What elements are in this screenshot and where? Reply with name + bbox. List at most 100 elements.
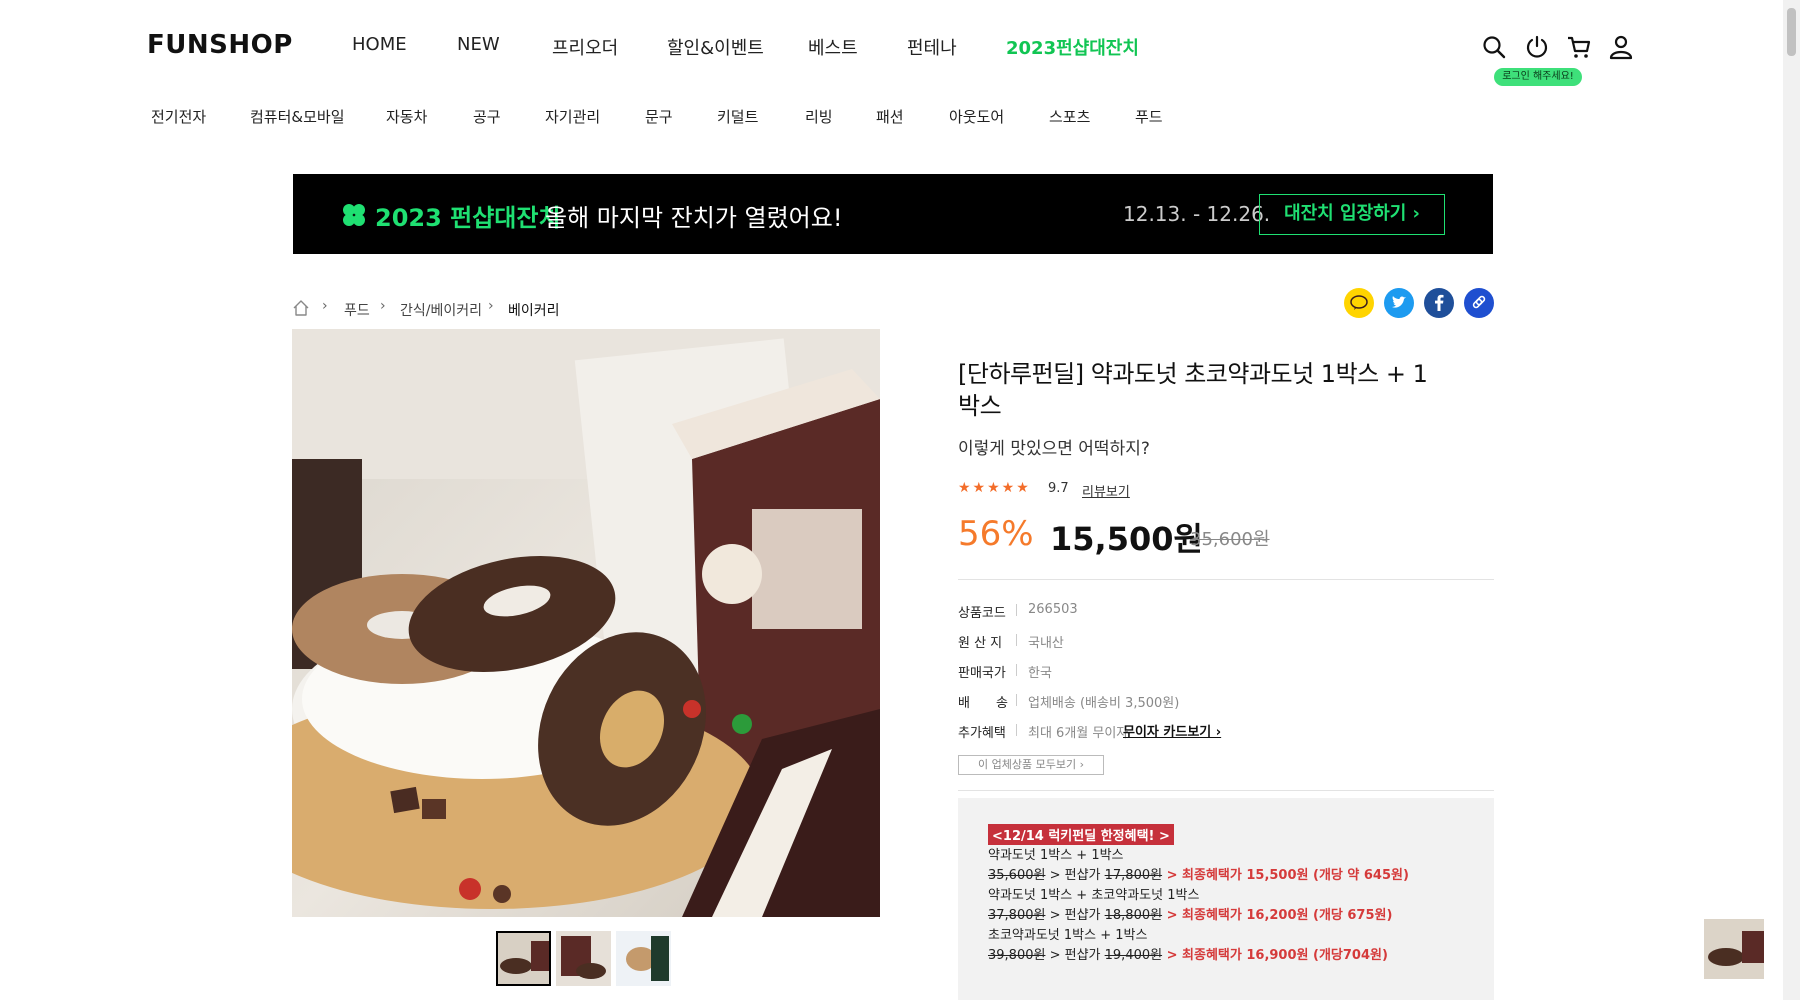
category-living[interactable]: 리빙 <box>805 106 833 127</box>
benefit-option-name: 약과도넛 1박스 + 1박스 <box>988 848 1124 863</box>
info-label: 판매국가 <box>958 666 1006 681</box>
thumbnail-1[interactable] <box>496 931 551 986</box>
thumbnail-photo <box>616 931 671 986</box>
original-price: 35,600원 <box>1190 529 1270 550</box>
category-outdoor[interactable]: 아웃도어 <box>949 106 1004 127</box>
breadcrumb-separator: › <box>380 298 386 314</box>
twitter-share-button[interactable] <box>1384 288 1414 318</box>
info-label: 배 송 <box>958 696 1008 711</box>
benefit-price-line: 37,800원 > 펀샵가 18,800원 > 최종혜택가 16,200원 (개… <box>988 904 1392 923</box>
link-share-button[interactable] <box>1464 288 1494 318</box>
home-icon[interactable] <box>292 299 310 317</box>
divider <box>1016 604 1017 616</box>
power-icon[interactable] <box>1524 34 1550 60</box>
nav-home[interactable]: HOME <box>352 34 407 55</box>
product-subtitle: 이렇게 맛있으면 어떡하지? <box>958 439 1150 459</box>
benefit-fun-price: 17,800원 <box>1104 868 1163 883</box>
breadcrumb-snack-bakery[interactable]: 간식/베이커리 <box>400 300 482 320</box>
discount-rate: 56% <box>958 514 1034 554</box>
divider <box>1016 664 1017 676</box>
benefit-orig-price: 39,800원 <box>988 948 1046 963</box>
breadcrumb-separator: › <box>488 298 494 314</box>
thumbnail-photo <box>496 931 551 986</box>
benefit-tag: <12/14 럭키펀딜 한정혜택! > <box>988 824 1174 845</box>
thumbnail-3[interactable] <box>616 931 671 986</box>
benefit-final-price: > 최종혜택가 16,900원 (개당704원) <box>1162 948 1388 963</box>
vendor-products-button[interactable]: 이 업체상품 모두보기 › <box>958 755 1104 775</box>
category-kidult[interactable]: 키덜트 <box>717 106 758 127</box>
benefit-price-line: 35,600원 > 펀샵가 17,800원 > 최종혜택가 15,500원 (개… <box>988 864 1409 883</box>
banner-title: 2023 펀샵대잔치 <box>375 204 561 232</box>
nav-sale-event[interactable]: 할인&이벤트 <box>667 34 764 60</box>
benefit-mid: > 펀샵가 <box>1045 908 1105 923</box>
category-computer-mobile[interactable]: 컴퓨터&모바일 <box>250 106 345 127</box>
search-icon[interactable] <box>1481 34 1507 60</box>
login-tooltip: 로그인 해주세요! <box>1494 68 1582 86</box>
info-value-origin: 국내산 <box>1028 636 1064 651</box>
divider <box>1016 634 1017 646</box>
banner-subtitle: 올해 마지막 잔치가 열렸어요! <box>545 204 843 232</box>
thumbnail-2[interactable] <box>556 931 611 986</box>
info-value-shipping: 업체배송 (배송비 3,500원) <box>1028 696 1180 711</box>
category-food[interactable]: 푸드 <box>1135 106 1163 127</box>
category-self-care[interactable]: 자기관리 <box>545 106 600 127</box>
benefit-option-name: 초코약과도넛 1박스 + 1박스 <box>988 928 1148 943</box>
rating-value: 9.7 <box>1048 481 1069 496</box>
facebook-icon <box>1435 294 1444 311</box>
recent-item-photo <box>1704 919 1764 979</box>
kakao-share-button[interactable] <box>1344 288 1374 318</box>
cart-icon[interactable] <box>1566 34 1592 60</box>
benefit-mid: > 펀샵가 <box>1045 948 1105 963</box>
benefit-fun-price: 18,800원 <box>1104 908 1163 923</box>
review-link[interactable]: 리뷰보기 <box>1082 481 1130 500</box>
benefit-box: <12/14 럭키펀딜 한정혜택! > 약과도넛 1박스 + 1박스 35,60… <box>958 798 1494 1000</box>
benefit-orig-price: 35,600원 <box>988 868 1046 883</box>
benefit-price-line: 39,800원 > 펀샵가 19,400원 > 최종혜택가 16,900원 (개… <box>988 944 1388 963</box>
nav-preorder[interactable]: 프리오더 <box>552 34 618 60</box>
info-label: 추가혜택 <box>958 726 1006 741</box>
benefit-final-price: > 최종혜택가 15,500원 (개당 약 645원) <box>1162 868 1409 883</box>
info-label: 상품코드 <box>958 606 1006 621</box>
sale-price: 15,500원 <box>1050 520 1203 558</box>
banner-enter-button[interactable]: 대잔치 입장하기 › <box>1259 194 1445 235</box>
banner-date: 12.13. - 12.26. <box>1123 202 1271 226</box>
event-banner[interactable]: 2023 펀샵대잔치 올해 마지막 잔치가 열렸어요! 12.13. - 12.… <box>293 174 1493 254</box>
info-value-code: 266503 <box>1028 602 1078 617</box>
product-photo <box>292 329 880 917</box>
nav-best[interactable]: 베스트 <box>808 34 858 60</box>
clover-icon <box>343 204 365 226</box>
page-scrollbar[interactable] <box>1783 0 1800 1000</box>
category-electronics[interactable]: 전기전자 <box>151 106 206 127</box>
divider <box>1016 724 1017 736</box>
recent-item-thumbnail[interactable] <box>1704 919 1764 979</box>
nav-festival[interactable]: 2023펀샵대잔치 <box>1006 34 1139 60</box>
installment-card-link[interactable]: 무이자 카드보기 › <box>1123 721 1221 740</box>
divider <box>958 790 1494 791</box>
star-rating-icon: ★★★★★ <box>958 480 1031 496</box>
thumbnail-photo <box>556 931 611 986</box>
nav-new[interactable]: NEW <box>457 34 500 55</box>
facebook-share-button[interactable] <box>1424 288 1454 318</box>
breadcrumb-bakery[interactable]: 베이커리 <box>508 300 560 320</box>
benefit-fun-price: 19,400원 <box>1104 948 1163 963</box>
category-stationery[interactable]: 문구 <box>645 106 673 127</box>
link-icon <box>1472 295 1486 309</box>
product-main-image[interactable] <box>292 329 880 917</box>
category-fashion[interactable]: 패션 <box>876 106 904 127</box>
category-car[interactable]: 자동차 <box>386 106 427 127</box>
category-tools[interactable]: 공구 <box>473 106 501 127</box>
benefit-mid: > 펀샵가 <box>1045 868 1105 883</box>
divider <box>1016 694 1017 706</box>
site-logo[interactable]: FUNSHOP <box>147 30 293 60</box>
benefit-final-price: > 최종혜택가 16,200원 (개당 675원) <box>1162 908 1393 923</box>
nav-funtena[interactable]: 펀테나 <box>907 34 957 60</box>
breadcrumb-food[interactable]: 푸드 <box>344 300 370 320</box>
kakao-icon <box>1350 295 1368 310</box>
scrollbar-thumb[interactable] <box>1787 8 1796 56</box>
user-icon[interactable] <box>1608 34 1634 60</box>
breadcrumb-separator: › <box>322 298 328 314</box>
info-value-country: 한국 <box>1028 666 1052 681</box>
category-sports[interactable]: 스포츠 <box>1049 106 1090 127</box>
benefit-option-name: 약과도넛 1박스 + 초코약과도넛 1박스 <box>988 888 1200 903</box>
benefit-orig-price: 37,800원 <box>988 908 1046 923</box>
